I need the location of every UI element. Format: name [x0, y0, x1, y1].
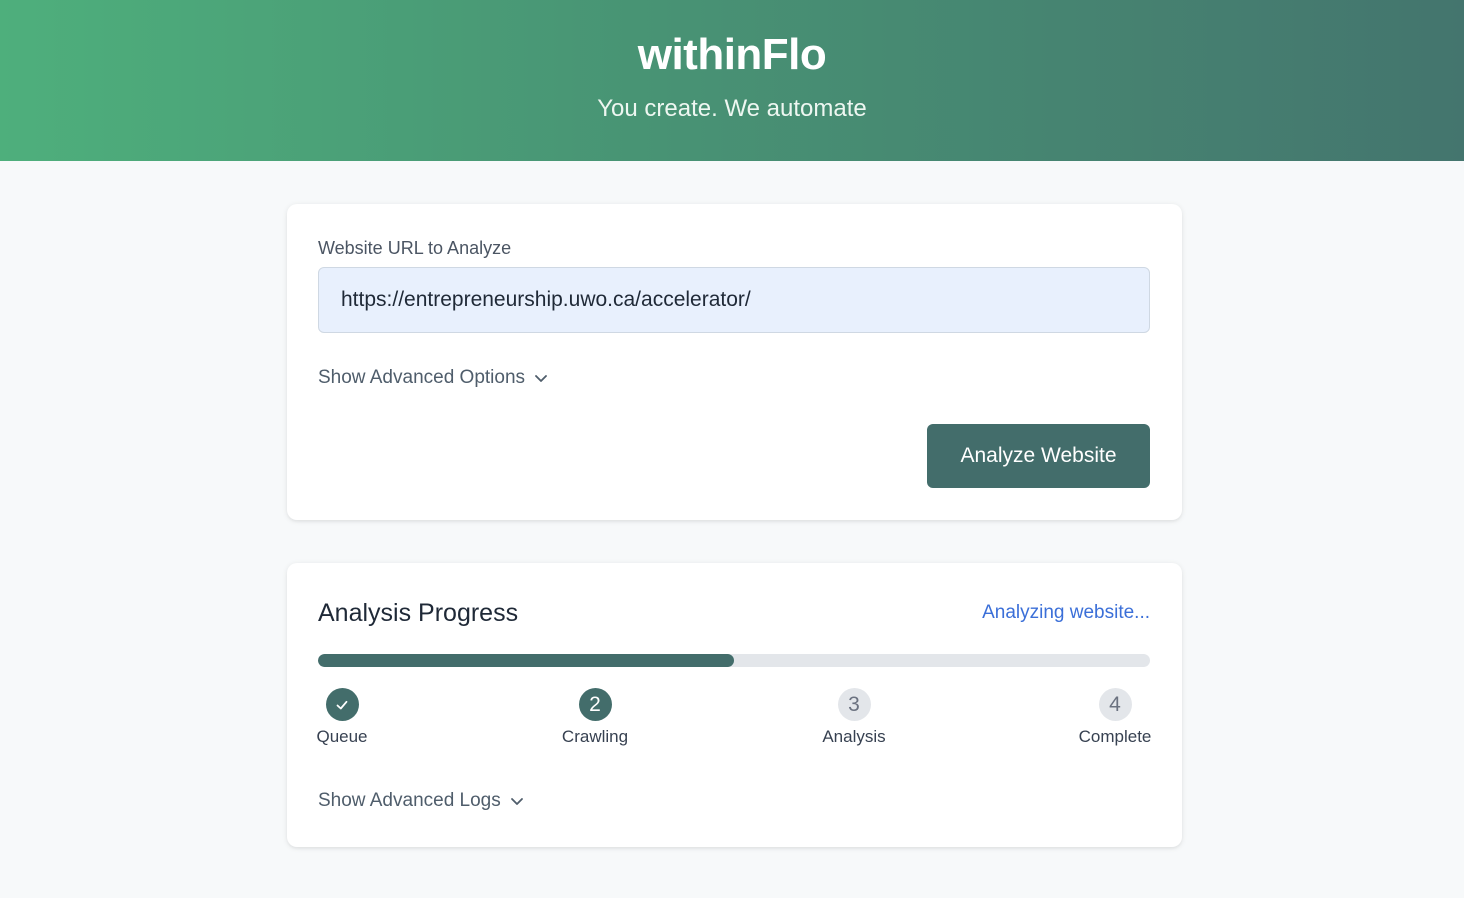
step-crawling-label: Crawling: [561, 727, 629, 746]
app-tagline: You create. We automate: [597, 95, 867, 122]
analyze-website-button[interactable]: Analyze Website: [927, 424, 1150, 488]
step-complete-number: 4: [1098, 688, 1132, 721]
progress-title: Analysis Progress: [318, 599, 519, 627]
progress-status: Analyzing website...: [982, 602, 1150, 623]
step-complete-label: Complete: [1078, 727, 1152, 746]
step-queue-label: Queue: [316, 727, 368, 746]
show-advanced-options-label: Show Advanced Options: [318, 367, 526, 388]
step-analysis: 3 Analysis: [794, 688, 914, 747]
chevron-down-icon: [535, 375, 547, 382]
show-advanced-logs-label: Show Advanced Logs: [318, 790, 501, 811]
analysis-progress-card: Analysis Progress Analyzing website... Q…: [287, 563, 1182, 847]
progress-bar: [318, 654, 1150, 667]
chevron-down-icon: [510, 798, 523, 805]
step-queue: Queue: [282, 688, 402, 747]
step-queue-circle: [325, 688, 359, 721]
url-label: Website URL to Analyze: [318, 238, 512, 258]
step-complete: 4 Complete: [1055, 688, 1175, 747]
analyze-form-card: Website URL to Analyze Show Advanced Opt…: [287, 204, 1182, 520]
show-advanced-options-toggle[interactable]: Show Advanced Options: [318, 367, 549, 389]
check-icon: [336, 700, 348, 709]
step-analysis-label: Analysis: [822, 727, 886, 746]
step-crawling-number: 2: [578, 688, 612, 721]
app-title: withinFlo: [637, 30, 827, 79]
show-advanced-logs-toggle[interactable]: Show Advanced Logs: [318, 790, 525, 812]
app-header: withinFlo You create. We automate: [0, 0, 1464, 161]
step-analysis-number: 3: [837, 688, 871, 721]
step-crawling: 2 Crawling: [535, 688, 655, 747]
url-input[interactable]: [318, 267, 1150, 333]
progress-bar-fill: [318, 654, 734, 667]
